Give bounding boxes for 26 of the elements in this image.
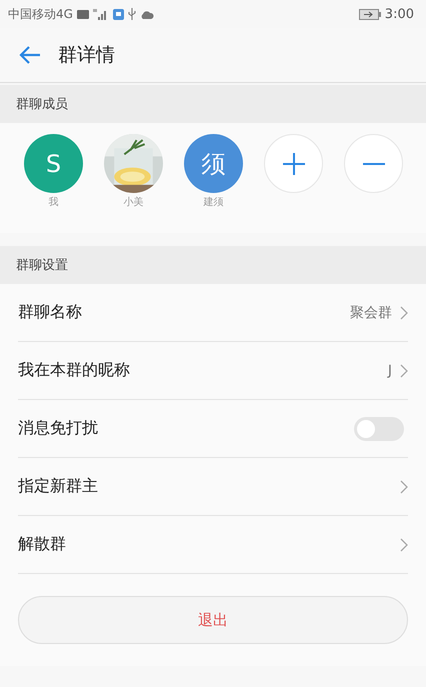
- section-header: 群聊设置: [0, 246, 426, 284]
- settings-row[interactable]: 群聊名称 聚会群: [18, 284, 408, 342]
- chevron-right-icon: [400, 480, 408, 494]
- minus-icon: [362, 162, 384, 164]
- toggle-switch[interactable]: [354, 416, 404, 440]
- chevron-right-icon: [400, 364, 408, 378]
- settings-row[interactable]: 指定新群主: [18, 458, 408, 516]
- chevron-right-icon: [400, 538, 408, 552]
- app-icon: [112, 8, 124, 20]
- member-name: 建须: [204, 196, 224, 209]
- member-name: 我: [48, 196, 58, 209]
- member-name: 小美: [124, 196, 144, 209]
- cloud-icon: [140, 10, 154, 18]
- settings-row[interactable]: 消息免打扰: [18, 400, 408, 458]
- usb-icon: [128, 8, 136, 20]
- settings-row[interactable]: 我在本群的昵称 J: [18, 342, 408, 400]
- back-icon[interactable]: [18, 45, 42, 65]
- page-title: 群详情: [58, 43, 115, 68]
- time-text: 3:00: [384, 6, 414, 22]
- signal-icon: [92, 8, 109, 20]
- chevron-right-icon: [400, 306, 408, 320]
- section-header: 群聊成员: [0, 85, 426, 123]
- plus-icon: [282, 152, 304, 174]
- exit-button[interactable]: 退出: [18, 596, 408, 644]
- battery-icon: [358, 8, 381, 20]
- carrier-text: 中国移动4G: [8, 6, 73, 22]
